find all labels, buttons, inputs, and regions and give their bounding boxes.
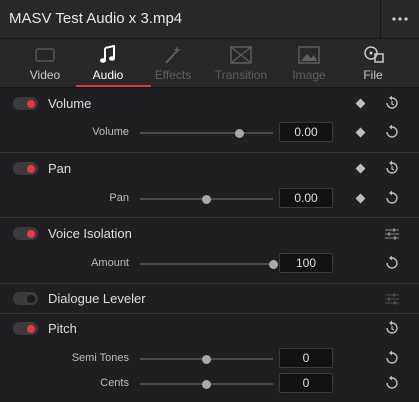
title-bar: MASV Test Audio x 3.mp4 [0, 0, 419, 39]
tab-file[interactable]: File [340, 39, 406, 87]
divider [0, 217, 419, 218]
cents-param-label: Cents [100, 377, 129, 389]
pan-slider[interactable] [140, 194, 273, 204]
equalizer-settings-icon[interactable] [385, 228, 399, 240]
transition-icon [230, 46, 252, 64]
pan-value-field[interactable]: 0.00 [279, 188, 333, 208]
toggle-knob [27, 164, 35, 173]
semi-tones-value-field[interactable]: 0 [279, 348, 333, 368]
slider-knob[interactable] [202, 194, 211, 204]
tab-video[interactable]: Video [12, 39, 78, 87]
voice-isolation-toggle[interactable] [13, 227, 38, 240]
inspector-tabs: Video Audio Effects Transition Image Fil… [0, 39, 419, 88]
window-title: MASV Test Audio x 3.mp4 [9, 10, 183, 27]
reset-icon[interactable] [384, 190, 400, 206]
tab-audio[interactable]: Audio [75, 39, 151, 87]
pan-param-label: Pan [109, 192, 129, 204]
slider-knob[interactable] [202, 379, 211, 389]
tab-effects-label: Effects [154, 68, 192, 82]
voice-isolation-label: Voice Isolation [48, 226, 132, 241]
more-options-button[interactable] [380, 0, 419, 38]
amount-slider[interactable] [140, 259, 278, 269]
tab-effects[interactable]: Effects [140, 39, 206, 87]
tab-audio-label: Audio [92, 68, 124, 82]
reset-icon[interactable] [384, 95, 400, 111]
slider-knob[interactable] [235, 128, 245, 138]
toggle-knob [27, 99, 35, 108]
divider [0, 313, 419, 314]
pitch-label: Pitch [48, 321, 77, 336]
slider-knob[interactable] [202, 354, 211, 364]
dialogue-leveler-toggle[interactable] [13, 292, 38, 305]
reset-icon[interactable] [384, 375, 400, 391]
divider [0, 152, 419, 153]
tab-image-label: Image [292, 68, 326, 82]
music-note-icon [100, 45, 115, 63]
cents-value-field[interactable]: 0 [279, 373, 333, 393]
volume-toggle[interactable] [13, 97, 38, 110]
pan-toggle[interactable] [13, 162, 38, 175]
toggle-knob [27, 324, 35, 333]
semi-tones-param-label: Semi Tones [71, 352, 129, 364]
semi-tones-slider[interactable] [140, 354, 273, 364]
pan-label: Pan [48, 161, 72, 176]
reset-icon[interactable] [384, 124, 400, 140]
equalizer-settings-icon[interactable] [385, 293, 399, 305]
tab-file-label: File [363, 68, 383, 82]
amount-param-label: Amount [91, 257, 129, 269]
volume-label: Volume [48, 96, 92, 111]
keyframe-icon[interactable] [355, 193, 366, 204]
cents-slider[interactable] [140, 379, 273, 389]
dialogue-leveler-label: Dialogue Leveler [48, 291, 146, 306]
magic-wand-icon [165, 46, 181, 64]
more-dots-icon [392, 17, 408, 21]
volume-slider[interactable] [140, 128, 273, 138]
keyframe-icon[interactable] [355, 163, 366, 174]
divider [0, 283, 419, 284]
toggle-knob [27, 229, 35, 238]
keyframe-icon[interactable] [355, 98, 366, 109]
film-reel-icon [364, 46, 384, 63]
image-icon [298, 46, 320, 64]
toggle-knob [27, 294, 35, 303]
tab-image[interactable]: Image [276, 39, 342, 87]
volume-param-label: Volume [92, 126, 129, 138]
tab-video-label: Video [29, 68, 61, 82]
tab-transition-label: Transition [214, 68, 268, 82]
reset-icon[interactable] [384, 350, 400, 366]
reset-icon[interactable] [384, 320, 400, 336]
reset-icon[interactable] [384, 160, 400, 176]
tab-transition[interactable]: Transition [208, 39, 274, 87]
keyframe-icon[interactable] [355, 127, 366, 138]
volume-value-field[interactable]: 0.00 [279, 122, 333, 142]
video-icon [35, 48, 55, 62]
slider-knob[interactable] [268, 259, 278, 269]
amount-value-field[interactable]: 100 [279, 253, 333, 273]
pitch-toggle[interactable] [13, 322, 38, 335]
reset-icon[interactable] [384, 255, 400, 271]
